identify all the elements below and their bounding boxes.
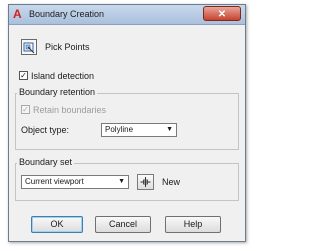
retain-boundaries-label: Retain boundaries: [33, 105, 107, 115]
select-objects-icon: [140, 177, 151, 187]
help-button[interactable]: Help: [165, 216, 221, 233]
close-button[interactable]: ✕: [203, 6, 241, 21]
check-icon: ✓: [20, 71, 27, 80]
chevron-down-icon: ▼: [118, 178, 125, 185]
object-type-value: Polyline: [105, 125, 134, 134]
boundary-set-select[interactable]: Current viewport ▼: [21, 175, 129, 189]
object-type-label: Object type:: [21, 125, 70, 135]
new-boundary-set-button[interactable]: [137, 174, 154, 190]
boundary-set-value: Current viewport: [25, 177, 84, 186]
boundary-creation-dialog: A Boundary Creation ✕ Pick Points ✓ Isla…: [8, 4, 246, 242]
pick-points-icon: [23, 42, 35, 54]
island-detection-label: Island detection: [31, 71, 95, 81]
boundary-retention-group: [15, 93, 239, 150]
autocad-a-icon: A: [13, 7, 22, 21]
dialog-title: Boundary Creation: [29, 9, 105, 19]
boundary-retention-title: Boundary retention: [17, 87, 98, 97]
title-bar[interactable]: A Boundary Creation ✕: [9, 5, 245, 25]
close-icon: ✕: [217, 9, 227, 20]
object-type-select[interactable]: Polyline ▼: [101, 123, 177, 137]
island-detection-checkbox[interactable]: ✓: [19, 71, 28, 80]
pick-points-button[interactable]: [21, 39, 37, 55]
retain-boundaries-checkbox[interactable]: ✓: [21, 105, 30, 114]
ok-button[interactable]: OK: [31, 216, 83, 233]
new-label: New: [162, 177, 181, 187]
pick-points-label: Pick Points: [45, 42, 90, 52]
boundary-set-title: Boundary set: [17, 157, 75, 167]
chevron-down-icon: ▼: [166, 126, 173, 133]
cancel-button[interactable]: Cancel: [95, 216, 151, 233]
check-icon: ✓: [22, 105, 29, 114]
